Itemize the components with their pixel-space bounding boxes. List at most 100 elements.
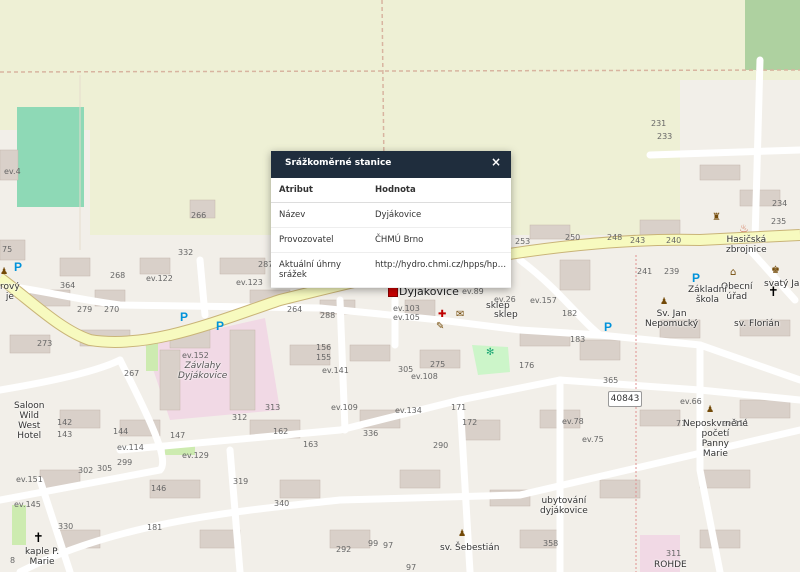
place-sv-jan-nepomucky: Sv. Jan Nepomucký	[645, 309, 699, 329]
grass-strip-2	[12, 505, 26, 545]
house-number: ev.141	[322, 366, 349, 375]
house-number: ev.129	[182, 451, 209, 460]
house-number: 171	[451, 403, 467, 412]
house-number: ev.4	[4, 167, 21, 176]
parking-icon: P	[180, 310, 189, 324]
place-saloon: Saloon Wild West Hotel	[14, 401, 45, 441]
house-number: 181	[147, 523, 163, 532]
house-number: 365	[603, 376, 619, 385]
place-zakladni-skola: Základní škola	[688, 285, 727, 305]
house-number: ev.103	[393, 304, 420, 313]
value-cell: http://hydro.chmi.cz/hpps/hpps_s...	[365, 252, 511, 288]
attribute-cell: Provozovatel	[271, 227, 365, 253]
house-number: 142	[57, 418, 73, 427]
house-number: ev.75	[582, 435, 604, 444]
fire-station-icon: ♨	[739, 222, 749, 235]
house-number: 305	[97, 464, 113, 473]
house-number: 364	[60, 281, 76, 290]
house-number: 99	[368, 539, 379, 548]
column-header-attribute: Atribut	[271, 178, 365, 203]
house-number: 155	[316, 353, 332, 362]
house-number: 311	[666, 549, 682, 558]
house-number: 336	[363, 429, 379, 438]
house-number: ev.134	[395, 406, 422, 415]
pharmacy-icon: ✚	[438, 309, 447, 320]
station-popup: Srážkoměrné stanice × Atribut Hodnota Ná…	[271, 151, 511, 288]
place-ubytovani: ubytování dyjákovice	[540, 496, 588, 516]
value-cell: ČHMÚ Brno	[365, 227, 511, 253]
parking-icon: P	[604, 320, 613, 334]
statue-sebestian-icon: ♟	[458, 529, 467, 539]
house-number: 240	[666, 236, 682, 245]
place-rohde: ROHDE	[654, 560, 687, 570]
attribute-table: Atribut Hodnota Název Dyjákovice Provozo…	[271, 178, 511, 288]
house-number: ev.109	[331, 403, 358, 412]
house-number: 8	[10, 556, 16, 565]
house-number: 319	[233, 477, 249, 486]
statue-icon: ♚	[771, 265, 780, 276]
house-number: ev.122	[146, 274, 173, 283]
church-cross-icon: ✝	[768, 285, 779, 300]
house-number: 163	[303, 440, 319, 449]
house-number: 144	[113, 427, 129, 436]
house-number: 234	[772, 199, 788, 208]
house-number: 156	[316, 343, 332, 352]
playground-icon: ✻	[486, 347, 495, 358]
house-number: 146	[151, 484, 167, 493]
house-number: 162	[273, 427, 289, 436]
house-number: 266	[191, 211, 207, 220]
house-number: 172	[462, 418, 478, 427]
house-number: 279	[77, 305, 93, 314]
house-number: 332	[178, 248, 194, 257]
house-number: 273	[37, 339, 53, 348]
table-row: Název Dyjákovice	[271, 202, 511, 228]
precipitation-link[interactable]: http://hydro.chmi.cz/hpps/hpps_s...	[375, 260, 511, 270]
parking-icon: P	[692, 271, 701, 285]
parking-icon: P	[216, 319, 225, 333]
craft-icon: ✎	[436, 321, 445, 332]
house-number: ev.105	[393, 313, 420, 322]
table-row: Aktuální úhrny srážek http://hydro.chmi.…	[271, 252, 511, 288]
house-number: 239	[664, 267, 680, 276]
house-number: 248	[607, 233, 623, 242]
popup-header: Srážkoměrné stanice ×	[271, 151, 511, 178]
house-number: 288	[320, 311, 336, 320]
house-number: 182	[562, 309, 578, 318]
place-prov: rový je	[0, 282, 20, 302]
place-sv-sebestian: sv. Šebestián	[440, 543, 500, 553]
house-number: ev.151	[16, 475, 43, 484]
house-number: 330	[58, 522, 74, 531]
house-number: 292	[336, 545, 352, 554]
house-number: 313	[265, 403, 281, 412]
house-number: 312	[232, 413, 248, 422]
popup-title: Srážkoměrné stanice	[285, 158, 392, 168]
station-marker-icon[interactable]	[388, 287, 398, 297]
house-number: 250	[565, 233, 581, 242]
statue-marie-icon: ♟	[706, 405, 715, 415]
orchard-area	[745, 0, 800, 70]
attribute-cell: Aktuální úhrny srážek	[271, 252, 365, 288]
value-cell: Dyjákovice	[365, 202, 511, 228]
house-number: 268	[110, 271, 126, 280]
house-number: 299	[117, 458, 133, 467]
grass-strip	[146, 343, 158, 371]
house-number: 97	[406, 563, 417, 572]
house-number: ev.108	[411, 372, 438, 381]
house-number: ev.145	[14, 500, 41, 509]
house-number: 75	[2, 245, 13, 254]
place-hasicska: Hasičská zbrojnice	[726, 235, 767, 255]
close-icon[interactable]: ×	[491, 156, 501, 168]
house-number: 243	[630, 236, 646, 245]
house-number: 340	[274, 499, 290, 508]
house-number: ev.157	[530, 296, 557, 305]
house-number: 253	[515, 237, 531, 246]
column-header-value: Hodnota	[365, 178, 511, 203]
house-number: ev.114	[117, 443, 144, 452]
house-number: 231	[651, 119, 667, 128]
house-number: ev.78	[562, 417, 584, 426]
house-number: 267	[124, 369, 140, 378]
place-zavlahy: Závlahy Dyjákovice	[178, 361, 228, 381]
attribute-cell: Název	[271, 202, 365, 228]
statue-sv-jan-icon: ♟	[660, 297, 669, 307]
memorial-icon: ♜	[712, 212, 721, 223]
